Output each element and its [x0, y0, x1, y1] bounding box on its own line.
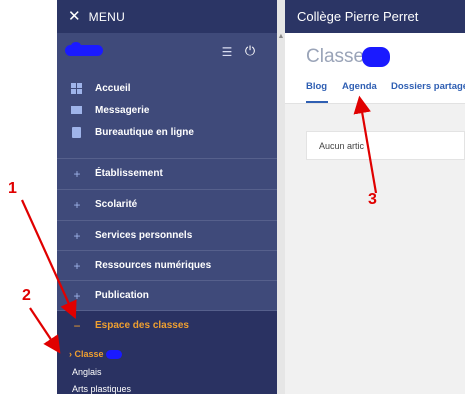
empty-articles-text: Aucun artic: [319, 141, 365, 151]
section-label: Établissement: [95, 168, 163, 179]
redacted-class-name: [105, 350, 122, 360]
redacted-class-name: [362, 46, 391, 67]
annotation-label-2: 2: [22, 287, 31, 304]
sidebar-scrollbar[interactable]: [277, 0, 285, 394]
submenu-item-classe[interactable]: › Classe: [69, 349, 122, 360]
expand-icon: +: [73, 288, 81, 303]
chevron-right-icon: ›: [69, 349, 72, 359]
expand-icon: +: [73, 197, 81, 212]
classes-submenu: › Classe Anglais Arts plastiques: [57, 340, 277, 394]
expand-icon: +: [73, 166, 81, 181]
annotation-label-1: 1: [8, 180, 17, 197]
redacted-user-name-part: [71, 42, 81, 50]
settings-icon[interactable]: ☰: [220, 45, 234, 59]
expand-icon: +: [73, 228, 81, 243]
tab-blog[interactable]: Blog: [306, 81, 327, 92]
close-icon[interactable]: ✕: [68, 9, 81, 24]
tabs-bar: Blog Agenda Dossiers partagé: [285, 73, 465, 104]
section-espace-des-classes[interactable]: − Espace des classes: [57, 310, 277, 340]
section-label: Espace des classes: [95, 320, 189, 331]
office-icon: [70, 126, 82, 138]
nav-item-messagerie[interactable]: Messagerie: [57, 99, 277, 121]
section-label: Publication: [95, 290, 149, 301]
section-label: Scolarité: [95, 199, 138, 210]
menu-label: MENU: [88, 9, 126, 24]
section-etablissement[interactable]: + Établissement: [57, 158, 277, 188]
nav-item-bureautique[interactable]: Bureautique en ligne: [57, 121, 277, 143]
nav-item-accueil[interactable]: Accueil: [57, 77, 277, 99]
nav-item-label: Accueil: [95, 82, 131, 94]
sidebar: ✕ MENU ☰ ⏻ Accueil Messagerie Bureautiqu…: [57, 0, 277, 394]
school-name: Collège Pierre Perret: [297, 9, 419, 24]
nav-item-label: Messagerie: [95, 104, 150, 116]
expand-icon: +: [73, 258, 81, 273]
submenu-item-arts-plastiques[interactable]: Arts plastiques: [72, 384, 131, 394]
section-ressources-numeriques[interactable]: + Ressources numériques: [57, 250, 277, 280]
section-label: Ressources numériques: [95, 260, 212, 271]
page-title: Classe: [306, 46, 391, 68]
section-label: Services personnels: [95, 230, 193, 241]
section-scolarite[interactable]: + Scolarité: [57, 189, 277, 219]
user-row: ☰ ⏻: [57, 33, 277, 75]
collapse-icon: −: [73, 318, 81, 333]
power-icon[interactable]: ⏻: [243, 44, 257, 58]
submenu-item-anglais[interactable]: Anglais: [72, 367, 102, 377]
section-publication[interactable]: + Publication: [57, 280, 277, 310]
page-title-text: Classe: [306, 46, 365, 67]
mail-icon: [70, 104, 82, 116]
active-tab-indicator: [306, 101, 328, 103]
apps-grid-icon: [70, 82, 82, 94]
menu-bar[interactable]: ✕ MENU: [57, 0, 277, 33]
annotation-label-3: 3: [368, 191, 377, 208]
nav-item-label: Bureautique en ligne: [95, 126, 194, 138]
section-services-personnels[interactable]: + Services personnels: [57, 220, 277, 250]
main-header: Collège Pierre Perret: [285, 0, 465, 33]
tab-dossiers-partages[interactable]: Dossiers partagé: [391, 81, 465, 92]
submenu-item-label: Classe: [74, 349, 104, 359]
empty-articles-card: Aucun artic: [306, 131, 465, 160]
tab-agenda[interactable]: Agenda: [342, 81, 377, 92]
scroll-up-icon[interactable]: ▲: [277, 33, 285, 41]
